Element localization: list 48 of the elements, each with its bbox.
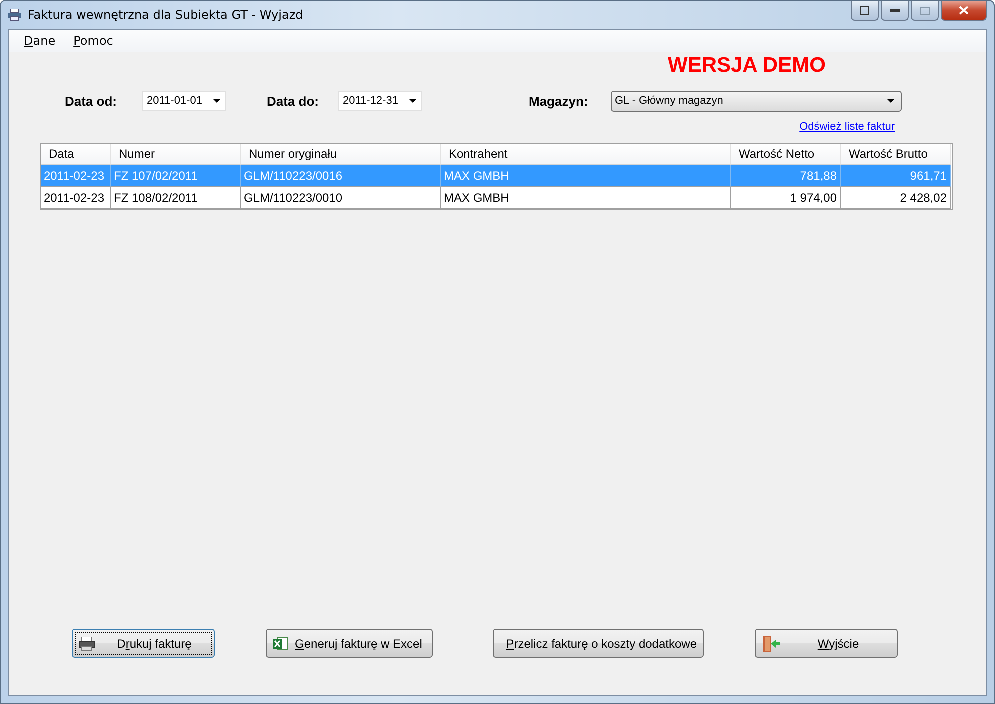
exit-door-icon [762,636,780,652]
dropdown-arrow-icon [213,99,221,103]
table-cell: 961,71 [841,165,951,187]
window-icon [860,6,870,16]
table-cell: 2011-02-23 [41,165,111,187]
maximize-icon [920,6,930,14]
dropdown-arrow-icon [409,99,417,103]
column-header[interactable]: Wartość Netto [731,144,841,165]
printer-icon [79,636,95,650]
minimize-icon [890,9,900,12]
action-button[interactable]: Drukuj fakturę [72,629,215,658]
table-cell: 1 974,00 [731,187,841,209]
column-header[interactable]: Numer [111,144,241,165]
close-icon [959,6,969,15]
date-to-picker[interactable]: 2011-12-31 [338,91,422,111]
table-cell: 2 428,02 [841,187,951,209]
table-cell: GLM/110223/0016 [241,165,441,187]
action-button[interactable]: Przelicz fakturę o koszty dodatkowe [493,629,704,658]
date-to-label: Data do: [267,94,320,108]
minimize-button[interactable] [881,1,909,21]
maximize-button[interactable] [911,1,939,21]
close-button[interactable] [941,1,987,21]
table-cell: FZ 108/02/2011 [111,187,241,209]
menu-item[interactable]: Pomoc [66,32,120,50]
printer-icon [8,9,22,21]
action-button[interactable]: Generuj fakturę w Excel [266,629,433,658]
date-from-picker[interactable]: 2011-01-01 [142,91,226,111]
menu-item[interactable]: Dane [17,32,63,50]
date-from-label: Data od: [65,94,118,108]
warehouse-dropdown[interactable]: GL - Główny magazyn [611,90,902,112]
column-header[interactable]: Wartość Brutto [841,144,951,165]
column-header[interactable]: Numer oryginału [241,144,441,165]
column-header[interactable]: Kontrahent [441,144,731,165]
action-button[interactable]: Wyjście [755,629,898,658]
column-header[interactable]: Data [41,144,111,165]
table-cell: MAX GMBH [441,187,731,209]
restore-window-button[interactable] [851,1,879,21]
dropdown-arrow-icon [887,99,895,103]
warehouse-label: Magazyn: [529,94,590,108]
table-cell: GLM/110223/0010 [241,187,441,209]
table-cell: FZ 107/02/2011 [111,165,241,187]
window-title: Faktura wewnętrzna dla Subiekta GT - Wyjazd [28,8,304,22]
table-cell: 781,88 [731,165,841,187]
table-cell: MAX GMBH [441,165,731,187]
demo-version-title: WERSJA DEMO [668,54,826,78]
table-cell: 2011-02-23 [41,187,111,209]
refresh-link[interactable]: Odśwież liste faktur [800,121,895,133]
spreadsheet-icon [273,636,289,652]
